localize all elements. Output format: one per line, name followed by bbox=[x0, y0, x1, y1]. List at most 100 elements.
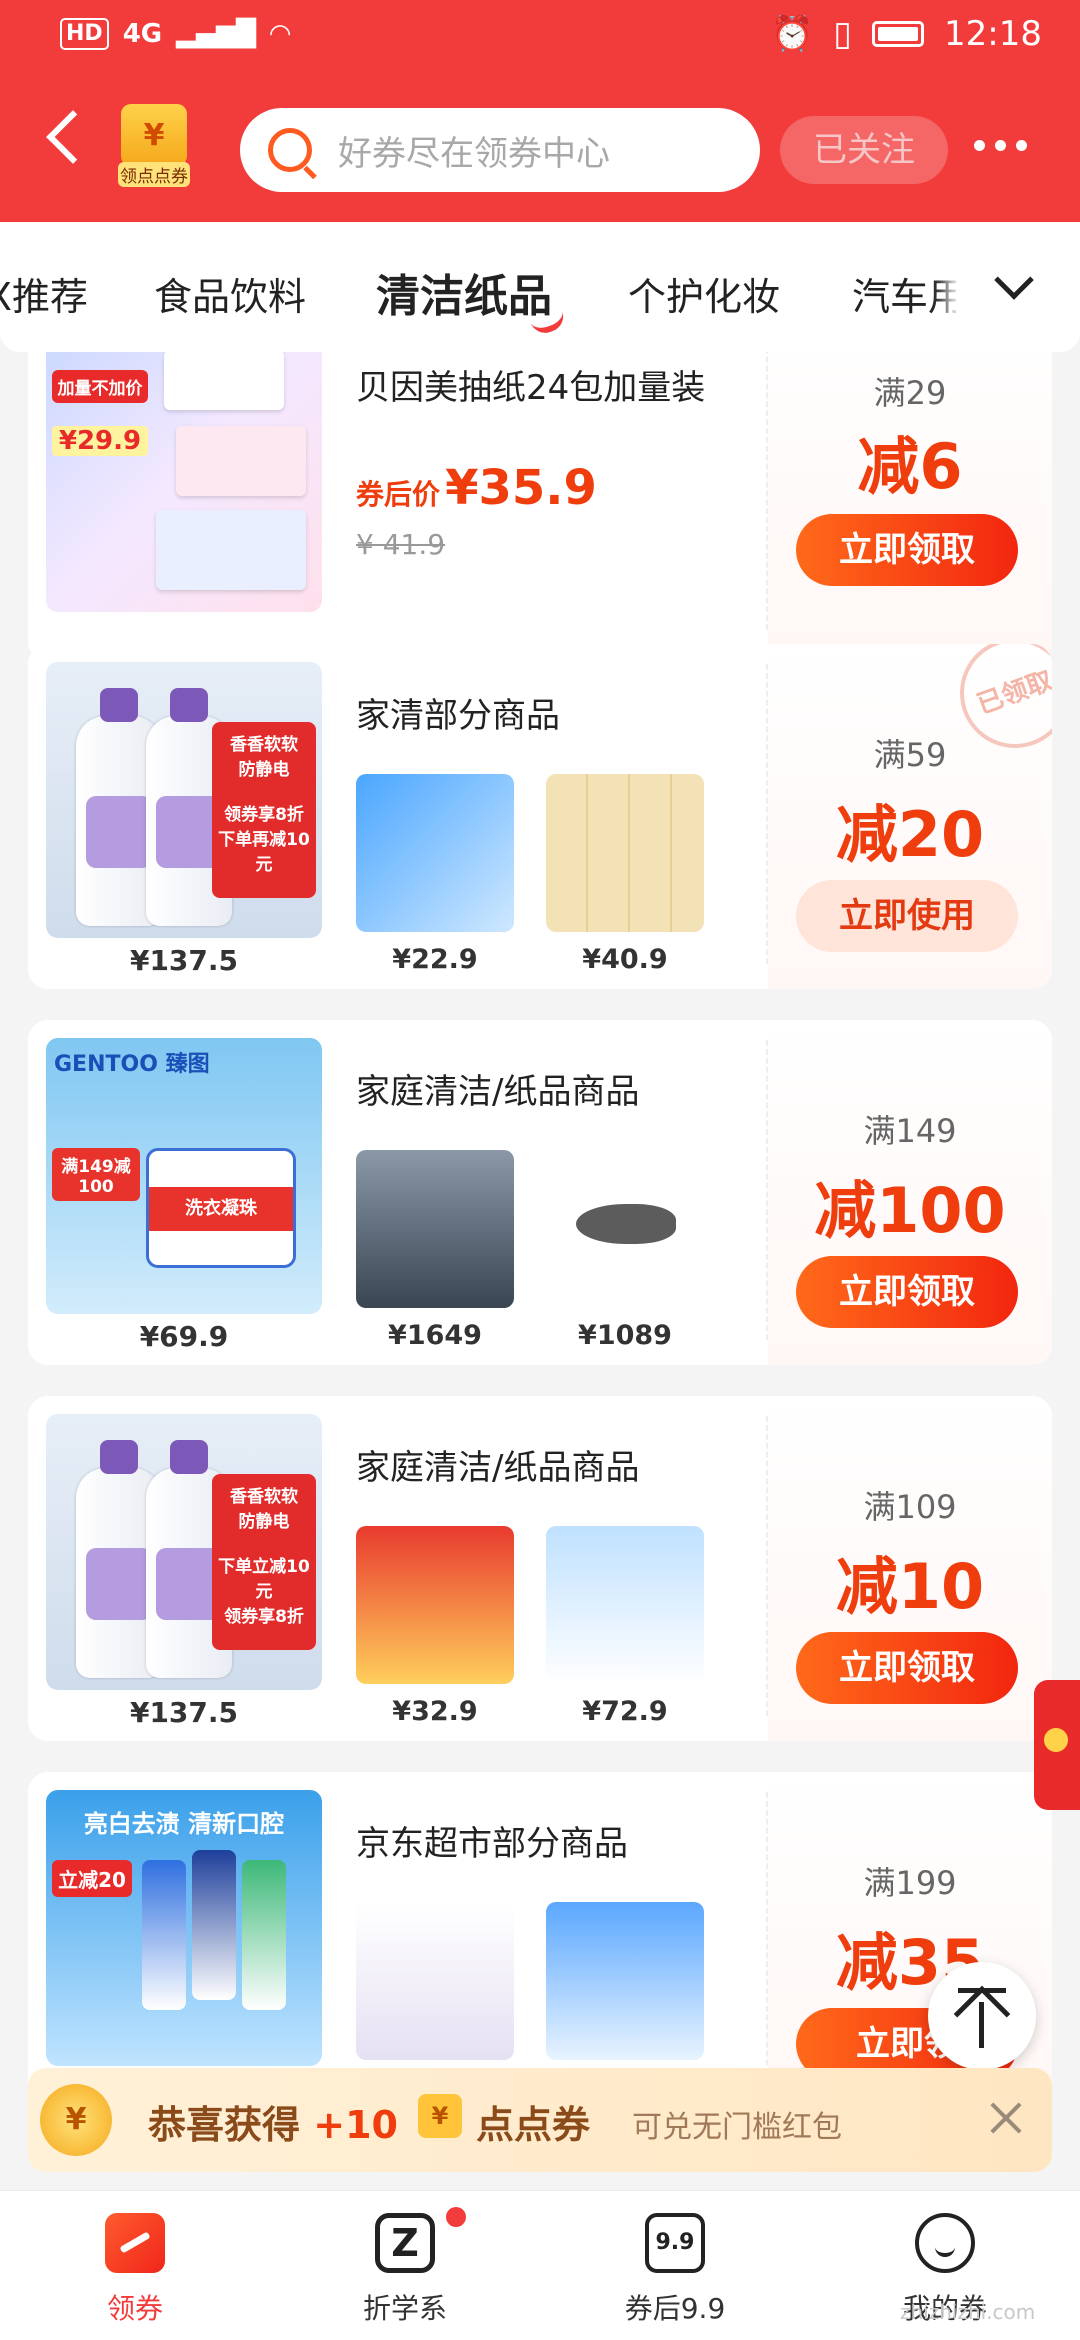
coupon-threshold: 满109 bbox=[863, 1488, 957, 1526]
product-thumbnail[interactable] bbox=[356, 1902, 514, 2060]
tab-expand-button[interactable] bbox=[956, 222, 1080, 352]
coupon-card[interactable]: 香香软软 防静电 下单立减10元 领券享8折 ¥137.5 家庭清洁/纸品商品 ¥32… bbox=[28, 1396, 1052, 1741]
tab-personal-care[interactable]: 个护化妆 bbox=[628, 266, 780, 321]
claim-button[interactable]: 立即领取 bbox=[796, 1632, 1018, 1704]
product-image[interactable]: 香香软软 防静电 下单立减10元 领券享8折 bbox=[46, 1414, 322, 1690]
claim-button[interactable]: 立即领取 bbox=[796, 514, 1018, 586]
product-thumbnail[interactable] bbox=[546, 774, 704, 932]
coupon-value-panel: 满29 减6 立即领取 bbox=[768, 352, 1052, 655]
after-coupon-price: 券后价 ¥35.9 bbox=[356, 460, 597, 516]
category-tabs: X推荐 食品饮料 清洁纸品 个护化妆 汽车用 bbox=[0, 222, 1080, 352]
product-thumbnail[interactable] bbox=[546, 1526, 704, 1684]
product-image[interactable]: 香香软软 防静电 领券享8折 下单再减10元 bbox=[46, 662, 322, 938]
vibrate-icon: ▯ bbox=[833, 14, 853, 54]
network-indicator: 4G bbox=[122, 19, 163, 49]
status-bar: HD 4G ▂▄▆█ ◠ ⏰ ▯ 12:18 bbox=[0, 0, 1080, 74]
tab-cleaning-paper[interactable]: 清洁纸品 bbox=[376, 260, 552, 324]
after-coupon-label: 券后价 bbox=[356, 478, 441, 511]
nav-item-after-coupon-99[interactable]: 9.9 券后9.9 bbox=[540, 2191, 810, 2340]
nav-item-zhexuexi[interactable]: Z 折学系 bbox=[270, 2191, 540, 2340]
wifi-icon: ◠ bbox=[270, 19, 291, 49]
coupon-card[interactable]: GENTOO 臻图 洗衣凝珠 满149减100 ¥69.9 家庭清洁/纸品商品 … bbox=[28, 1020, 1052, 1365]
brand-logo: GENTOO 臻图 bbox=[54, 1052, 210, 1077]
coin-icon: ¥ bbox=[40, 2084, 112, 2156]
claim-button[interactable]: 立即领取 bbox=[796, 1256, 1018, 1328]
clock: 12:18 bbox=[944, 14, 1042, 54]
promo-panel: 香香软软 防静电 下单立减10元 领券享8折 bbox=[212, 1474, 316, 1650]
yen-icon: ¥ bbox=[121, 104, 187, 166]
back-to-top-button[interactable] bbox=[928, 1962, 1036, 2070]
coupon-title: 家庭清洁/纸品商品 bbox=[356, 1072, 640, 1112]
use-button[interactable]: 立即使用 bbox=[796, 880, 1018, 952]
signal-icon: ▂▄▆█ bbox=[176, 19, 257, 49]
coupon-card[interactable]: 香香软软 防静电 领券享8折 下单再减10元 ¥137.5 家清部分商品 ¥22.9 … bbox=[28, 644, 1052, 989]
product-image[interactable]: GENTOO 臻图 洗衣凝珠 满149减100 bbox=[46, 1038, 322, 1314]
chevron-down-icon bbox=[994, 260, 1034, 300]
coupon-threshold: 满59 bbox=[873, 736, 947, 774]
nav-label: 领券 bbox=[106, 2292, 163, 2325]
thumbnail-price: ¥72.9 bbox=[582, 1696, 668, 1727]
reward-amount: +10 bbox=[313, 2103, 398, 2147]
coupon-card[interactable]: 亮白去渍 清新口腔 立减20 京东超市部分商品 满199 减35 立即领 bbox=[28, 1772, 1052, 2117]
z-icon: Z bbox=[375, 2213, 435, 2273]
coupon-list[interactable]: 加量不加价 ¥29.9 贝因美抽纸24包加量装 券后价 ¥35.9 ¥ 41.9… bbox=[0, 352, 1080, 2192]
product-price: ¥137.5 bbox=[129, 944, 239, 977]
profile-icon bbox=[915, 2213, 975, 2273]
product-thumbnail[interactable] bbox=[546, 1150, 704, 1308]
coupon-discount: 减6 bbox=[857, 430, 963, 503]
arrow-up-stem bbox=[979, 2002, 984, 2048]
nav-label: 折学系 bbox=[362, 2292, 447, 2325]
alarm-icon: ⏰ bbox=[770, 14, 814, 54]
nine-nine-icon: 9.9 bbox=[645, 2213, 705, 2273]
coupon-threshold: 满29 bbox=[873, 374, 947, 412]
header-bar: HD 4G ▂▄▆█ ◠ ⏰ ▯ 12:18 ¥ 领点点券 好券尽在领券中心 已… bbox=[0, 0, 1080, 222]
original-price: ¥ 41.9 bbox=[356, 528, 446, 561]
thumbnail-price: ¥32.9 bbox=[392, 1696, 478, 1727]
coupon-discount: 减100 bbox=[814, 1174, 1006, 1247]
watermark: zhizhizhi.com bbox=[900, 2300, 1036, 2324]
close-icon[interactable] bbox=[986, 2098, 1026, 2138]
reward-banner[interactable]: ¥ 恭喜获得 +10 ¥ 点点券 可兑无门槛红包 bbox=[28, 2068, 1052, 2172]
coupon-card[interactable]: 加量不加价 ¥29.9 贝因美抽纸24包加量装 券后价 ¥35.9 ¥ 41.9… bbox=[28, 352, 1052, 662]
thumbnail-price: ¥1089 bbox=[578, 1320, 672, 1351]
search-placeholder: 好券尽在领券中心 bbox=[338, 133, 610, 174]
coupon-value-panel: 已领取 满59 减20 立即使用 bbox=[768, 644, 1052, 989]
product-image[interactable]: 亮白去渍 清新口腔 立减20 bbox=[46, 1790, 322, 2066]
tab-food-drink[interactable]: 食品饮料 bbox=[154, 266, 306, 321]
nav-item-coupons[interactable]: 领券 bbox=[0, 2191, 270, 2340]
product-thumbnail[interactable] bbox=[546, 1902, 704, 2060]
product-image[interactable]: 加量不加价 ¥29.9 bbox=[46, 352, 322, 612]
points-coupon-icon: ¥ bbox=[418, 2094, 462, 2138]
product-price: ¥69.9 bbox=[139, 1320, 229, 1353]
tab-auto[interactable]: 汽车用 bbox=[852, 266, 966, 321]
product-thumbnail[interactable] bbox=[356, 1150, 514, 1308]
follow-button[interactable]: 已关注 bbox=[780, 116, 948, 184]
battery-icon bbox=[872, 21, 925, 47]
product-price: ¥137.5 bbox=[129, 1696, 239, 1729]
notification-dot bbox=[446, 2207, 466, 2227]
coupon-logo[interactable]: ¥ 领点点券 bbox=[118, 104, 190, 190]
coupon-value-panel: 满149 减100 立即领取 bbox=[768, 1020, 1052, 1365]
tab-recommend[interactable]: X推荐 bbox=[0, 266, 88, 321]
product-thumbnail[interactable] bbox=[356, 1526, 514, 1684]
more-icon[interactable] bbox=[974, 140, 1027, 151]
coupon-discount: 减10 bbox=[835, 1550, 985, 1623]
product-thumbnail[interactable] bbox=[356, 774, 514, 932]
search-input[interactable]: 好券尽在领券中心 bbox=[240, 108, 760, 192]
coupon-value-panel: 满199 减35 立即领 bbox=[768, 1772, 1052, 2117]
nav-label: 券后9.9 bbox=[624, 2292, 726, 2325]
hd-indicator: HD bbox=[60, 18, 109, 50]
after-coupon-value: ¥35.9 bbox=[445, 460, 597, 516]
thumbnail-price: ¥40.9 bbox=[582, 944, 668, 975]
promo-tag: 加量不加价 bbox=[52, 370, 148, 403]
promo-panel: 香香软软 防静电 领券享8折 下单再减10元 bbox=[212, 722, 316, 898]
coupon-threshold: 满149 bbox=[863, 1112, 957, 1150]
coupon-value-panel: 满109 减10 立即领取 bbox=[768, 1396, 1052, 1741]
red-packet-icon[interactable] bbox=[1034, 1680, 1080, 1810]
promo-text: 亮白去渍 清新口腔 bbox=[83, 1810, 285, 1838]
coupon-icon bbox=[105, 2213, 165, 2273]
reward-subtitle: 可兑无门槛红包 bbox=[632, 2110, 842, 2145]
search-icon bbox=[268, 128, 312, 172]
reward-message-prefix: 恭喜获得 bbox=[148, 2103, 314, 2147]
back-icon[interactable] bbox=[46, 110, 100, 164]
